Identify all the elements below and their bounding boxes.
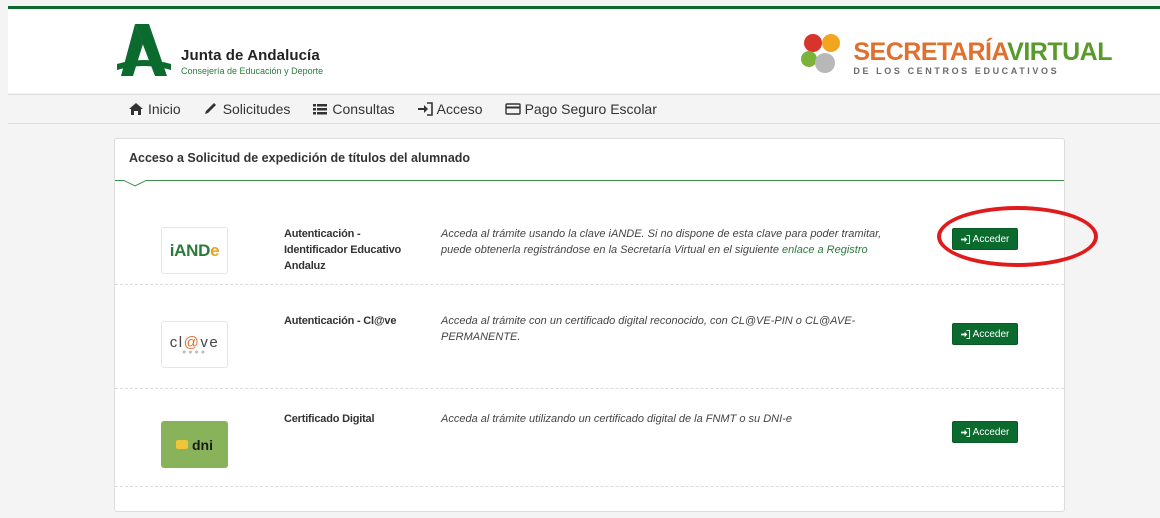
site-header: Junta de Andalucía Consejería de Educaci…: [8, 9, 1160, 93]
pencil-icon: [204, 103, 216, 114]
list-icon: [313, 104, 328, 115]
credit-card-icon: [504, 103, 521, 115]
access-panel: Acceso a Solicitud de expedición de títu…: [114, 138, 1065, 512]
iande-logo-e: e: [210, 240, 220, 260]
clave-logo-at: @: [183, 333, 201, 351]
clave-logo-text-c: ve: [200, 333, 220, 351]
row-title: Autenticación - Cl@ve: [284, 315, 397, 327]
access-row-clave: cl@ve ●●●● Autenticación - Cl@ve Acceda a…: [115, 291, 1064, 389]
org-title: Junta de Andalucía: [181, 47, 320, 64]
junta-andalucia-logo[interactable]: Junta de Andalucía Consejería de Educaci…: [113, 24, 323, 80]
secretaria-virtual-emblem-icon: [801, 34, 841, 77]
org-subtitle: Consejería de Educación y Deporte: [181, 66, 324, 76]
acceder-button-certificado[interactable]: Acceder: [952, 421, 1018, 443]
acceder-button-clave[interactable]: Acceder: [952, 323, 1018, 345]
button-label: Acceder: [972, 426, 1010, 438]
nav-label: Pago Seguro Escolar: [524, 101, 657, 117]
sign-in-icon: [960, 427, 970, 437]
nav-item-consultas[interactable]: Consultas: [312, 101, 395, 117]
clave-logo-text-a: cl: [169, 333, 184, 351]
brand-subtitle: DE LOS CENTROS EDUCATIVOS: [853, 65, 1060, 76]
junta-andalucia-emblem-icon: [117, 24, 171, 76]
nav-item-acceso[interactable]: Acceso: [417, 101, 483, 117]
row-description: Acceda al trámite utilizando un certific…: [441, 413, 792, 425]
brand-word-a: SECRETARÍA: [853, 37, 1008, 66]
top-border: [0, 0, 1160, 9]
clave-logo: cl@ve ●●●●: [161, 321, 228, 368]
sign-in-icon: [960, 329, 970, 339]
nav-label: Solicitudes: [222, 101, 291, 117]
row-title: Certificado Digital: [284, 413, 375, 425]
access-row-certificado: dni Certificado Digital Acceda al trámit…: [115, 389, 1064, 487]
access-row-iande: iANDe Autenticación - Identificador Educ…: [115, 187, 1064, 285]
nav-item-pago-seguro[interactable]: Pago Seguro Escolar: [504, 101, 657, 117]
nav-label: Consultas: [332, 101, 395, 117]
row-description: Acceda al trámite con un certificado dig…: [441, 315, 856, 343]
iande-logo-text: iAND: [169, 240, 211, 260]
dni-logo-text: dni: [192, 436, 213, 453]
nav-item-solicitudes[interactable]: Solicitudes: [203, 101, 291, 117]
button-label: Acceder: [972, 328, 1010, 340]
nav-label: Acceso: [436, 101, 483, 117]
chip-icon: [176, 440, 188, 449]
nav-label: Inicio: [148, 101, 181, 117]
home-icon: [129, 103, 143, 115]
panel-title: Acceso a Solicitud de expedición de títu…: [115, 139, 1064, 181]
brand-word-b: VIRTUAL: [1007, 37, 1112, 66]
row-description: Acceda al trámite usando la clave iANDE.…: [441, 226, 911, 258]
iande-logo: iANDe: [161, 227, 228, 274]
dni-logo: dni: [161, 421, 228, 468]
red-highlight-circle: [937, 206, 1098, 267]
secretaria-virtual-logo[interactable]: SECRETARÍAVIRTUAL DE LOS CENTROS EDUCATI…: [795, 29, 1112, 85]
main-nav: Inicio Solicitudes Consultas Acceso Pago…: [8, 94, 1160, 124]
registro-link[interactable]: enlace a Registro: [782, 244, 868, 256]
nav-item-inicio[interactable]: Inicio: [128, 101, 181, 117]
row-title: Autenticación - Identificador Educativo …: [284, 228, 402, 272]
sign-in-icon: [417, 102, 433, 116]
